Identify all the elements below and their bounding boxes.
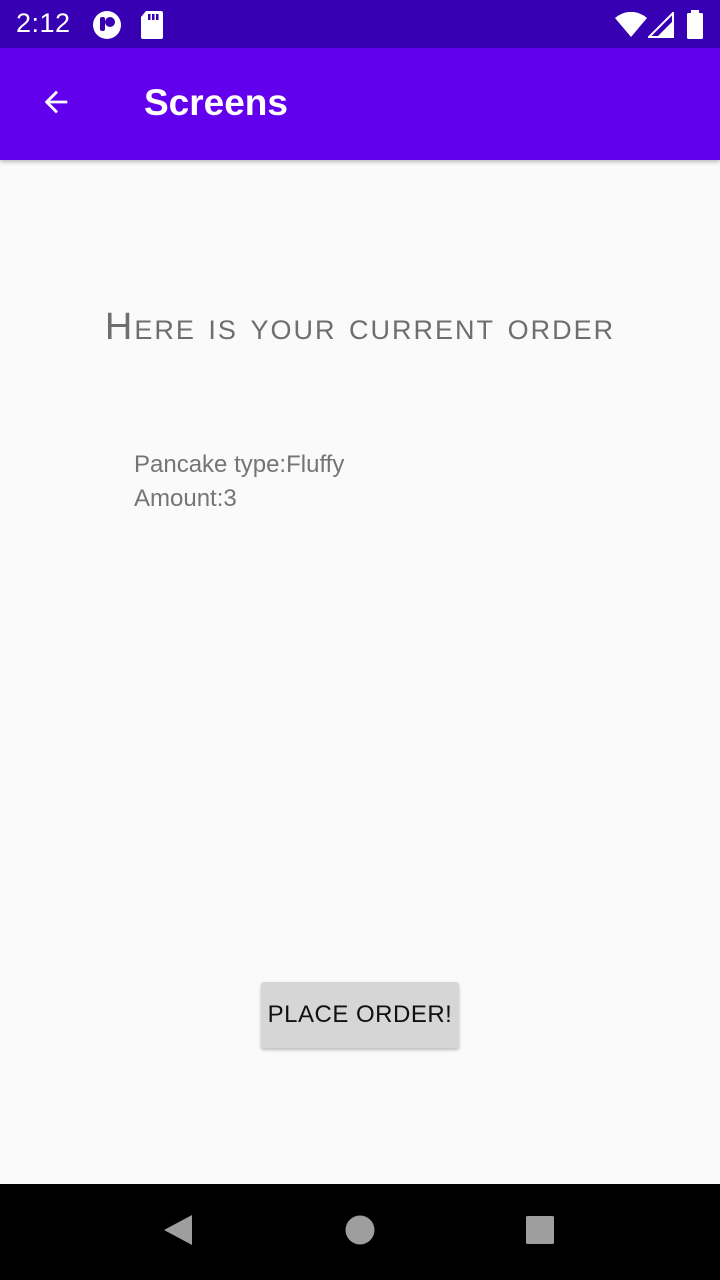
battery-icon: [686, 10, 704, 45]
wifi-icon: [614, 11, 648, 43]
signal-icon: [646, 10, 674, 43]
amount-text: Amount:3: [134, 485, 237, 512]
notification-app-icon: [92, 10, 122, 45]
nav-home-button[interactable]: [328, 1200, 392, 1264]
recents-square-icon: [525, 1215, 555, 1250]
back-triangle-icon: [162, 1213, 194, 1252]
order-heading: Here is your current order: [104, 306, 616, 348]
status-time: 2:12: [16, 8, 71, 38]
app-bar: Screens: [0, 48, 720, 160]
sd-card-icon: [140, 10, 164, 45]
back-button[interactable]: [20, 68, 92, 140]
app-title: Screens: [144, 82, 288, 123]
home-circle-icon: [345, 1215, 375, 1250]
pancake-type-text: Pancake type:Fluffy: [134, 451, 345, 478]
nav-back-button[interactable]: [146, 1200, 210, 1264]
status-bar: 2:12: [0, 0, 720, 48]
nav-recents-button[interactable]: [508, 1200, 572, 1264]
navigation-bar: [0, 1184, 720, 1280]
place-order-button[interactable]: PLACE ORDER!: [261, 982, 459, 1048]
arrow-back-icon: [39, 85, 73, 124]
